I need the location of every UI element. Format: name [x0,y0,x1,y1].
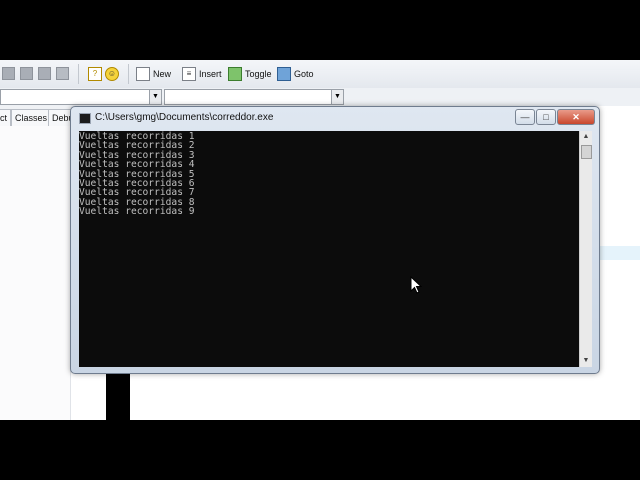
console-scrollbar[interactable]: ▲ ▼ [579,131,592,367]
console-output-area[interactable]: Vueltas recorridas 1 Vueltas recorridas … [79,131,579,367]
insert-label: Insert [199,69,222,79]
project-panel [0,126,71,420]
ide-project-tabs: ct Classes Debu [0,106,80,127]
member-combo[interactable]: ▼ [164,89,344,105]
new-label: New [153,69,172,79]
check-icon[interactable] [56,67,69,80]
minimize-button[interactable]: — [515,109,535,125]
toolbar-separator [78,64,79,84]
desktop-screen: ? ☺ New ≡ Insert Toggle Goto ▼ ▼ ct Clas… [0,60,640,420]
goto-bookmark-icon [277,67,291,81]
toolbar-separator [128,64,129,84]
mouse-pointer-icon [410,276,422,294]
console-title: C:\Users\gmg\Documents\correddor.exe [95,112,274,123]
tab-project[interactable]: ct [0,109,12,126]
smiley-icon: ☺ [105,67,119,81]
insert-button[interactable]: ≡ Insert [182,65,222,83]
close-button[interactable]: ✕ [557,109,595,125]
toggle-button[interactable]: Toggle [228,65,272,83]
class-combo[interactable]: ▼ [0,89,162,105]
stop-icon[interactable] [20,67,33,80]
editor-highlight-line [600,246,640,260]
ide-toolbar: ? ☺ New ≡ Insert Toggle Goto [0,60,640,89]
goto-label: Goto [294,69,314,79]
tab-classes[interactable]: Classes [11,109,52,126]
maximize-button[interactable]: □ [536,109,556,125]
ide-combo-row: ▼ ▼ [0,88,640,106]
scrollbar-thumb[interactable] [581,145,592,159]
toggle-label: Toggle [245,69,272,79]
help-icon: ? [88,67,102,81]
console-icon [79,113,91,124]
console-titlebar[interactable]: C:\Users\gmg\Documents\correddor.exe — □… [71,107,599,129]
toggle-bookmark-icon [228,67,242,81]
new-button[interactable]: New [136,65,171,83]
console-window[interactable]: C:\Users\gmg\Documents\correddor.exe — □… [70,106,600,374]
chevron-down-icon[interactable]: ▼ [149,90,161,104]
grid-icon[interactable] [38,67,51,80]
scroll-down-icon[interactable]: ▼ [580,355,592,367]
new-file-icon [136,67,150,81]
goto-button[interactable]: Goto [277,65,314,83]
help-button[interactable]: ? [88,65,102,83]
console-output: Vueltas recorridas 1 Vueltas recorridas … [79,131,195,218]
about-button[interactable]: ☺ [105,65,119,83]
scroll-up-icon[interactable]: ▲ [580,131,592,143]
chevron-down-icon[interactable]: ▼ [331,90,343,104]
toolbar-icon[interactable] [2,67,15,80]
insert-icon: ≡ [182,67,196,81]
